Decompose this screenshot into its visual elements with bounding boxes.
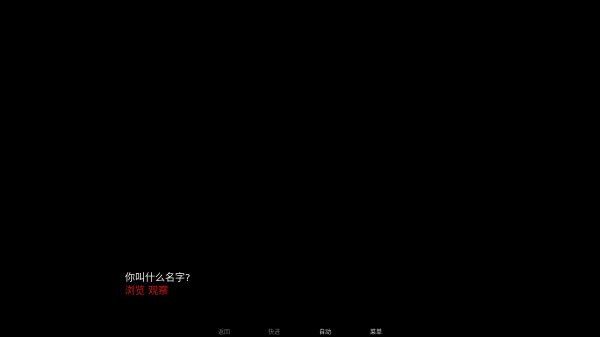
choice-option[interactable]: 浏览 观察	[125, 285, 190, 298]
quick-menu: 返回 快进 自动 菜单	[0, 328, 600, 337]
game-scene[interactable]: 你叫什么名字? 浏览 观察 返回 快进 自动 菜单	[0, 0, 600, 337]
back-button[interactable]: 返回	[212, 328, 236, 337]
skip-button[interactable]: 快进	[262, 328, 286, 337]
dialogue-text: 你叫什么名字?	[125, 273, 191, 284]
menu-button[interactable]: 菜单	[364, 328, 388, 337]
auto-button[interactable]: 自动	[313, 328, 337, 337]
dialogue-box: 你叫什么名字? 浏览 观察	[125, 272, 190, 298]
